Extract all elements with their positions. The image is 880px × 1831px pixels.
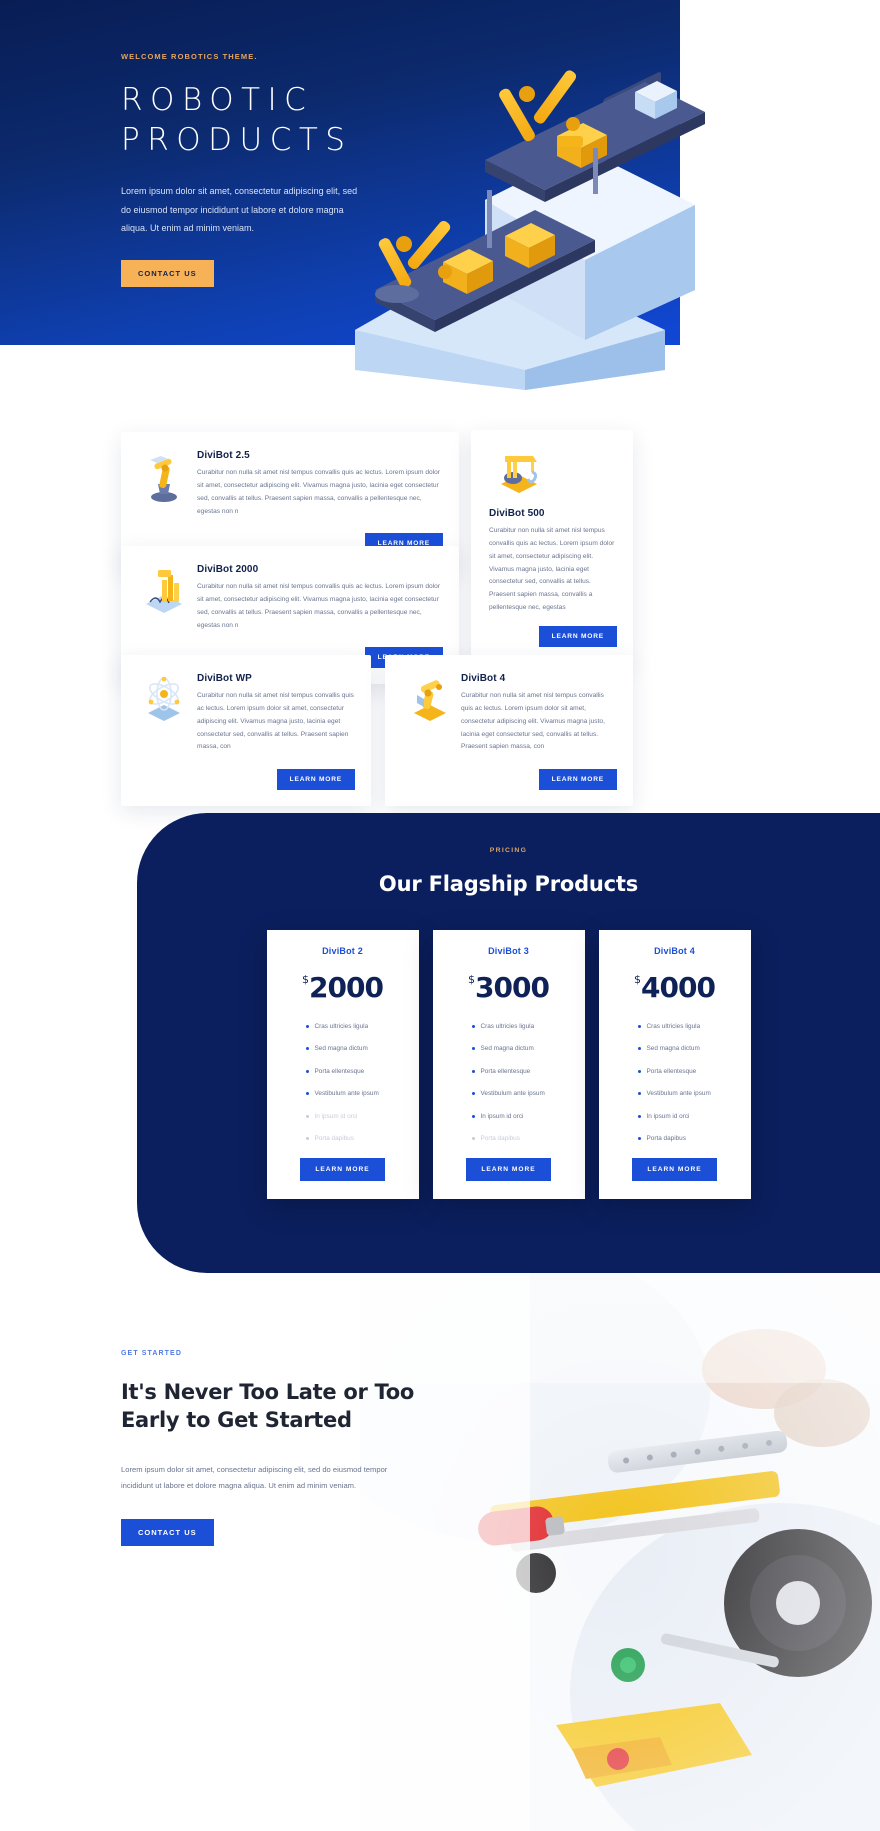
hero-paragraph: Lorem ipsum dolor sit amet, consectetur … — [121, 186, 358, 234]
bar-chart-icon — [137, 564, 191, 632]
plan-feature-list: Cras ultricies ligula Sed magna dictum P… — [613, 1023, 737, 1142]
pricing-heading: Our Flagship Products — [378, 872, 639, 896]
plan-feature: Vestibulum ante ipsum — [471, 1090, 571, 1097]
plan-feature: In ipsum id orci — [471, 1113, 571, 1120]
plan-learn-more-button[interactable]: LEARN MORE — [300, 1158, 385, 1182]
plan-feature: Sed magna dictum — [637, 1045, 737, 1052]
get-started-contact-us-button[interactable]: CONTACT US — [121, 1518, 214, 1546]
hero-contact-us-button[interactable]: CONTACT US — [121, 259, 214, 287]
plan-price: $2000 — [281, 974, 405, 1002]
product-name: DiviBot 2.5 — [197, 450, 250, 461]
currency-symbol: $ — [468, 973, 475, 986]
get-started-heading: It's Never Too Late or Too Early to Get … — [121, 1380, 415, 1432]
plan-feature: Sed magna dictum — [471, 1045, 571, 1052]
get-started-content: GET STARTED It's Never Too Late or Too E… — [121, 1350, 451, 1546]
plan-learn-more-button[interactable]: LEARN MORE — [466, 1158, 551, 1182]
robot-arm-icon — [137, 450, 191, 518]
product-card-divibot-4[interactable]: DiviBot 4 Curabitur non nulla sit amet n… — [385, 655, 633, 807]
pricing-card-divibot-4[interactable]: DiviBot 4 $4000 Cras ultricies ligula Se… — [598, 930, 751, 1200]
hero-section: WELCOME ROBOTICS THEME. ROBOTIC PRODUCTS… — [0, 0, 880, 400]
product-description: Curabitur non nulla sit amet nisl tempus… — [197, 583, 440, 629]
product-description: Curabitur non nulla sit amet nisl tempus… — [197, 692, 354, 751]
plan-name: DiviBot 2 — [322, 946, 363, 956]
pricing-plans: DiviBot 2 $2000 Cras ultricies ligula Se… — [137, 930, 880, 1200]
plan-price: $3000 — [447, 974, 571, 1002]
plan-learn-more-button[interactable]: LEARN MORE — [632, 1158, 717, 1182]
learn-more-button[interactable]: LEARN MORE — [538, 769, 617, 791]
plan-feature: Vestibulum ante ipsum — [305, 1090, 405, 1097]
crane-hook-icon — [489, 450, 615, 508]
plan-feature: Porta dapibus — [637, 1135, 737, 1142]
currency-symbol: $ — [634, 973, 641, 986]
product-description: Curabitur non nulla sit amet nisl tempus… — [197, 469, 440, 515]
industrial-arm-icon — [401, 673, 455, 754]
get-started-eyebrow: GET STARTED — [121, 1350, 182, 1357]
currency-symbol: $ — [302, 973, 309, 986]
pricing-eyebrow: PRICING — [489, 847, 528, 854]
plan-price-value: 3000 — [475, 971, 550, 1004]
plan-feature: Porta ellentesque — [305, 1068, 405, 1075]
learn-more-button[interactable]: LEARN MORE — [538, 625, 617, 647]
plan-price: $4000 — [613, 974, 737, 1002]
product-card-divibot-wp[interactable]: DiviBot WP Curabitur non nulla sit amet … — [121, 655, 371, 807]
plan-feature-list: Cras ultricies ligula Sed magna dictum P… — [447, 1023, 571, 1142]
product-name: DiviBot 500 — [489, 508, 545, 519]
plan-feature: Vestibulum ante ipsum — [637, 1090, 737, 1097]
products-section: DiviBot 2.5 Curabitur non nulla sit amet… — [0, 400, 880, 807]
plan-feature: Porta dapibus — [305, 1135, 405, 1142]
plan-feature: Cras ultricies ligula — [305, 1023, 405, 1030]
plan-feature: Sed magna dictum — [305, 1045, 405, 1052]
plan-feature: Porta dapibus — [471, 1135, 571, 1142]
plan-name: DiviBot 3 — [488, 946, 529, 956]
plan-feature-list: Cras ultricies ligula Sed magna dictum P… — [281, 1023, 405, 1142]
product-name: DiviBot 2000 — [197, 564, 259, 575]
product-name: DiviBot WP — [197, 673, 252, 684]
atom-icon — [137, 673, 191, 754]
plan-price-value: 2000 — [309, 971, 384, 1004]
plan-feature: In ipsum id orci — [305, 1113, 405, 1120]
get-started-section: GET STARTED It's Never Too Late or Too E… — [0, 1273, 880, 1831]
plan-feature: Cras ultricies ligula — [471, 1023, 571, 1030]
plan-feature: In ipsum id orci — [637, 1113, 737, 1120]
plan-name: DiviBot 4 — [654, 946, 695, 956]
get-started-paragraph: Lorem ipsum dolor sit amet, consectetur … — [121, 1465, 388, 1490]
pricing-section: PRICING Our Flagship Products DiviBot 2 … — [137, 813, 880, 1273]
product-description: Curabitur non nulla sit amet nisl tempus… — [489, 527, 615, 612]
plan-feature: Cras ultricies ligula — [637, 1023, 737, 1030]
product-card-divibot-500[interactable]: DiviBot 500 Curabitur non nulla sit amet… — [471, 430, 633, 663]
plan-price-value: 4000 — [641, 971, 716, 1004]
product-name: DiviBot 4 — [461, 673, 506, 684]
product-description: Curabitur non nulla sit amet nisl tempus… — [461, 692, 605, 751]
pricing-card-divibot-2[interactable]: DiviBot 2 $2000 Cras ultricies ligula Se… — [266, 930, 419, 1200]
pricing-card-divibot-3[interactable]: DiviBot 3 $3000 Cras ultricies ligula Se… — [432, 930, 585, 1200]
plan-feature: Porta ellentesque — [637, 1068, 737, 1075]
plan-feature: Porta ellentesque — [471, 1068, 571, 1075]
learn-more-button[interactable]: LEARN MORE — [276, 769, 355, 791]
hero-illustration — [355, 70, 705, 390]
